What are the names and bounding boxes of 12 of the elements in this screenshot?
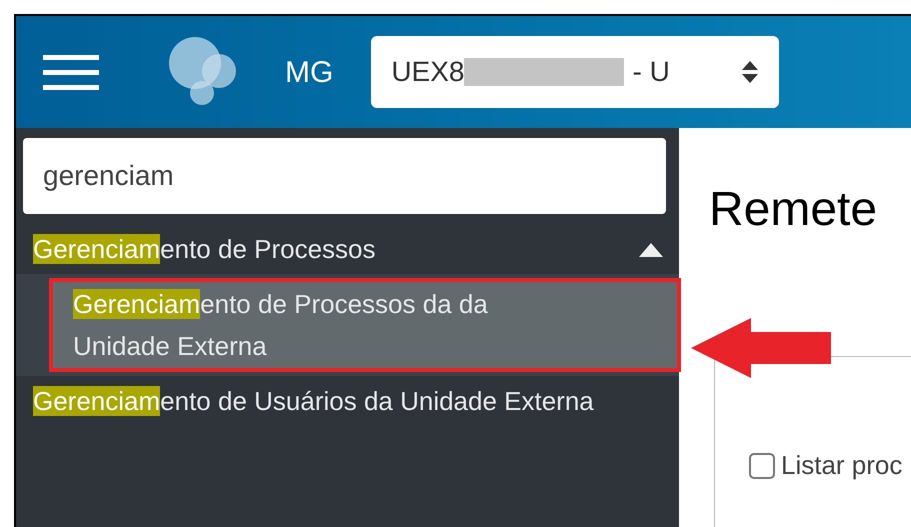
- unit-select[interactable]: UEX8 - U: [371, 36, 780, 108]
- up-down-caret-icon: [741, 59, 760, 85]
- menu-icon[interactable]: [43, 52, 99, 92]
- org-label: MG: [285, 54, 334, 90]
- search-field[interactable]: gerenciam: [23, 138, 666, 214]
- bubbles-logo-icon: [167, 37, 237, 107]
- menu-item[interactable]: Gerenciamento de Processos: [16, 224, 679, 274]
- checkbox-label: Listar proc: [781, 449, 902, 482]
- checkbox[interactable]: [749, 452, 775, 478]
- menu-item[interactable]: Gerenciamento de Usuários da Unidade Externa: [16, 376, 679, 426]
- submenu-item[interactable]: Gerenciamento de Processos da da Unidade Externa: [51, 280, 679, 370]
- page-title: Remete: [709, 182, 878, 238]
